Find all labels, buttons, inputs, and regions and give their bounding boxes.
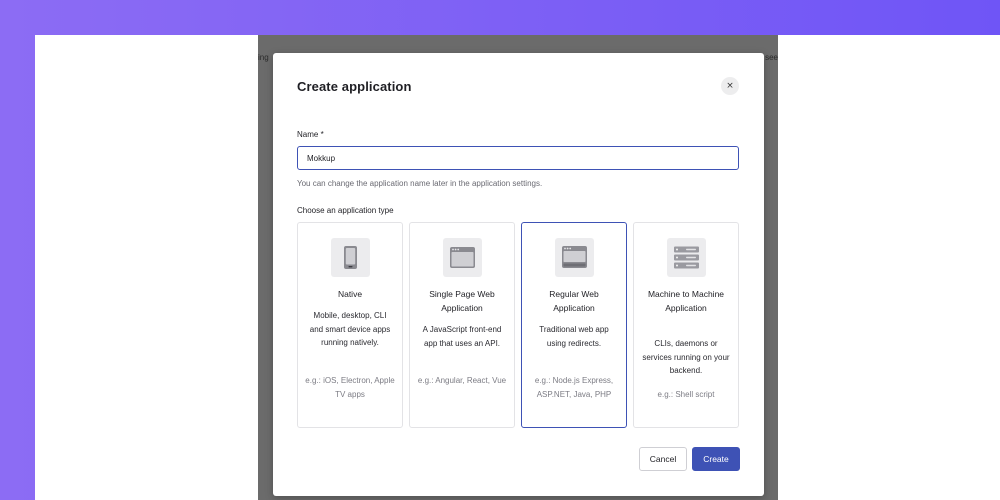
backdrop-text-left: ing (258, 53, 269, 62)
application-type-cards: Native Mobile, desktop, CLI and smart de… (297, 222, 740, 430)
card-title: Regular Web Application (549, 289, 599, 313)
name-field-label: Name * (297, 130, 324, 139)
app-type-card-regular-web[interactable]: Regular Web Application Traditional web … (521, 222, 627, 428)
card-description: Traditional web app using redirects. (539, 325, 609, 348)
application-type-label: Choose an application type (297, 206, 394, 215)
browser-window-icon (443, 238, 482, 277)
card-example: e.g.: Node.js Express, ASP.NET, Java, PH… (534, 376, 614, 399)
create-button[interactable]: Create (692, 447, 740, 471)
name-help-text: You can change the application name late… (297, 179, 543, 188)
card-title: Native (337, 289, 363, 299)
card-example: e.g.: iOS, Electron, Apple TV apps (305, 376, 395, 399)
application-name-input[interactable] (297, 146, 739, 170)
mobile-device-icon (331, 238, 370, 277)
app-type-card-native[interactable]: Native Mobile, desktop, CLI and smart de… (297, 222, 403, 428)
card-description: CLIs, daemons or services running on you… (642, 339, 730, 375)
server-rack-icon (667, 238, 706, 277)
card-description: A JavaScript front-end app that uses an … (422, 325, 502, 348)
card-title: Single Page Web Application (429, 289, 495, 313)
card-example: e.g.: Shell script (657, 390, 715, 399)
backdrop-text-right: see (765, 53, 778, 62)
close-icon[interactable]: × (721, 77, 739, 95)
card-title: Machine to Machine Application (647, 289, 725, 313)
dialog-title: Create application (297, 79, 412, 94)
server-browser-icon (555, 238, 594, 277)
app-type-card-spa[interactable]: Single Page Web Application A JavaScript… (409, 222, 515, 428)
create-application-dialog: Create application × Name * You can chan… (273, 53, 764, 496)
card-example: e.g.: Angular, React, Vue (417, 376, 507, 385)
app-type-card-m2m[interactable]: Machine to Machine Application CLIs, dae… (633, 222, 739, 428)
card-description: Mobile, desktop, CLI and smart device ap… (309, 311, 391, 347)
cancel-button[interactable]: Cancel (639, 447, 687, 471)
